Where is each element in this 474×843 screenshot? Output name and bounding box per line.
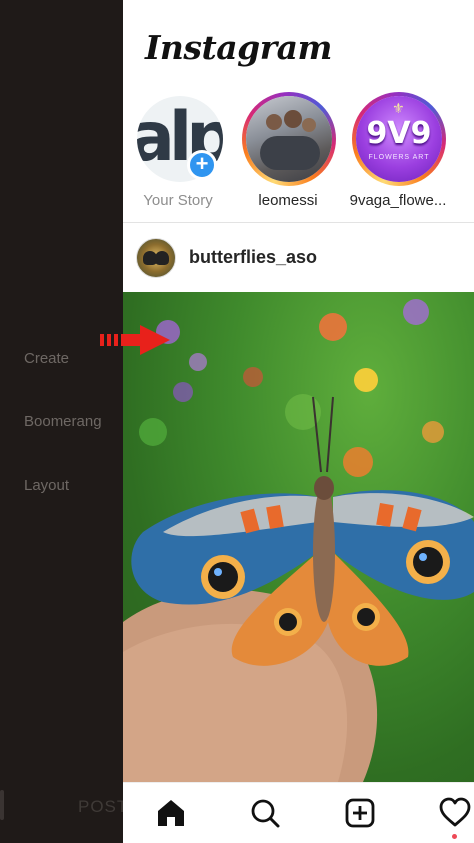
feed-panel: Instagram alp + Your Story leomessi ⚜ 9V… — [123, 0, 474, 843]
butterfly-photo-art — [123, 299, 474, 782]
divider — [123, 222, 474, 223]
app-title: Instagram — [145, 28, 332, 67]
activity-heart-icon[interactable] — [438, 796, 472, 830]
story-ring: ⚜ 9V9 FLOWERS ART — [352, 92, 446, 186]
stories-tray[interactable]: alp + Your Story leomessi ⚜ 9V9 FLOWERS … — [123, 90, 474, 220]
9vaga-avatar: ⚜ 9V9 FLOWERS ART — [356, 96, 442, 182]
leomessi-avatar — [246, 96, 332, 182]
story-name: Your Story — [143, 192, 213, 209]
home-icon[interactable] — [154, 796, 188, 830]
bottom-nav-bar — [123, 782, 474, 843]
new-post-icon[interactable] — [343, 796, 377, 830]
post-author-avatar[interactable] — [136, 238, 176, 278]
story-name: 9vaga_flowe... — [349, 192, 447, 209]
camera-mode-panel: Create Boomerang Layout POST — [0, 0, 127, 843]
story-ring — [242, 92, 336, 186]
shutter-edge — [0, 790, 4, 820]
mode-post[interactable]: POST — [78, 797, 128, 817]
notification-dot — [452, 834, 457, 839]
9vaga-logo-subtext: FLOWERS ART — [368, 154, 430, 161]
9vaga-logo-text: 9V9 — [366, 116, 432, 151]
annotation-arrow-icon — [100, 325, 170, 355]
search-icon[interactable] — [248, 796, 282, 830]
post-username[interactable]: butterflies_aso — [189, 247, 317, 268]
mode-boomerang[interactable]: Boomerang — [24, 413, 102, 430]
mode-create[interactable]: Create — [24, 350, 69, 367]
fleur-de-lis-icon: ⚜ — [392, 100, 405, 116]
story-name: leomessi — [258, 192, 318, 209]
post-photo[interactable] — [123, 292, 474, 782]
add-story-icon[interactable]: + — [187, 150, 217, 180]
mode-layout[interactable]: Layout — [24, 477, 69, 494]
